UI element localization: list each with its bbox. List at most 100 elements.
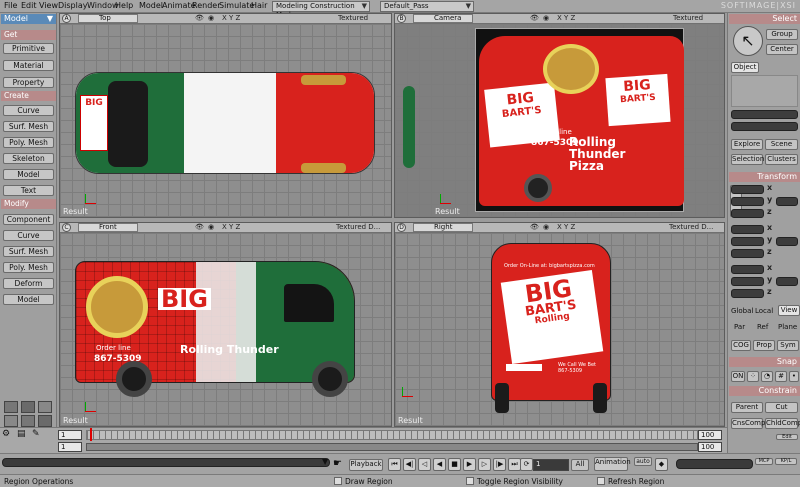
viewport-top[interactable]: A Top 👁 ◉ X Y Z Textured BIG Result (59, 13, 392, 218)
cog-button[interactable]: COG (731, 340, 751, 351)
snap-points-icon[interactable]: ⁘ (747, 371, 759, 382)
plane-toggle[interactable]: Plane (778, 323, 797, 331)
menu-help[interactable]: Help (113, 1, 135, 11)
clusters-button[interactable]: Clusters (765, 154, 798, 165)
modify-surf-mesh-button[interactable]: Surf. Mesh (3, 246, 54, 257)
display-mode-select[interactable]: Textured D... (336, 223, 380, 232)
eye-icon[interactable]: 👁 (195, 223, 204, 232)
property-button[interactable]: Property (3, 77, 54, 88)
scale-z-field[interactable] (731, 209, 764, 218)
chevron-down-icon[interactable]: ▼ (322, 457, 328, 466)
view-toggle[interactable]: View (778, 305, 800, 316)
snap-curve-icon[interactable]: ◔ (761, 371, 773, 382)
scale-uniform-field[interactable] (776, 197, 798, 206)
global-toggle[interactable]: Global (731, 307, 753, 315)
axis-xyz-label[interactable]: X Y Z (222, 14, 240, 23)
center-button[interactable]: Center (766, 44, 798, 55)
translate-y-field[interactable] (731, 277, 764, 286)
playback-hand-icon[interactable]: ☛ (333, 457, 347, 471)
van-side-model[interactable]: BIG Order line 867-5309 Rolling Thunder (75, 261, 355, 383)
explore-button[interactable]: Explore (731, 139, 763, 150)
selection-filter-field[interactable] (731, 122, 798, 131)
object-button[interactable]: Object (731, 62, 759, 73)
viewport-camera-select[interactable]: Top (78, 14, 138, 23)
rotate-y-field[interactable] (731, 237, 764, 246)
axis-xyz-label[interactable]: X Y Z (557, 14, 575, 23)
translate-z-field[interactable] (731, 289, 764, 298)
kp-button[interactable]: KP/L (775, 458, 797, 465)
rotate-x-field[interactable] (731, 225, 764, 234)
edit-button[interactable]: Edit (776, 434, 798, 440)
modify-deform-button[interactable]: Deform (3, 278, 54, 289)
viewport-letter[interactable]: C (62, 223, 71, 232)
viewport-front[interactable]: C Front 👁 ◉ X Y Z Textured D... BIG Orde… (59, 222, 392, 427)
first-frame-icon[interactable]: ⏮ (388, 458, 401, 471)
command-line-field[interactable] (2, 458, 330, 467)
rotate-uniform-field[interactable] (776, 237, 798, 246)
create-skeleton-button[interactable]: Skeleton (3, 153, 54, 164)
scale-y-field[interactable] (731, 197, 764, 206)
cnscomp-button[interactable]: CnsComp (731, 418, 765, 429)
viewport-letter[interactable]: D (397, 223, 406, 232)
layout-icon[interactable] (38, 415, 52, 427)
axis-xyz-label[interactable]: X Y Z (557, 223, 575, 232)
create-text-button[interactable]: Text (3, 185, 54, 196)
timeline-playhead[interactable] (90, 428, 92, 441)
display-mode-select[interactable]: Textured D... (669, 223, 713, 232)
scene-button[interactable]: Scene (765, 139, 798, 150)
selection-button[interactable]: Selection (731, 154, 764, 165)
prop-button[interactable]: Prop (753, 340, 775, 351)
timeline-ruler[interactable] (86, 430, 698, 440)
range-start-field[interactable]: 1 (58, 442, 82, 452)
timeline-end-field[interactable]: 100 (698, 430, 722, 440)
create-poly-mesh-button[interactable]: Poly. Mesh (3, 137, 54, 148)
modify-model-button[interactable]: Model (3, 294, 54, 305)
group-button[interactable]: Group (766, 29, 798, 40)
cut-button[interactable]: Cut (765, 402, 798, 413)
eye-icon[interactable]: 👁 (530, 223, 539, 232)
selection-name-field[interactable] (731, 110, 798, 119)
scale-x-field[interactable] (731, 185, 764, 194)
visibility-icon[interactable]: ◉ (543, 14, 549, 23)
visibility-icon[interactable]: ◉ (208, 223, 214, 232)
snap-on-button[interactable]: ON (731, 371, 745, 382)
translate-x-field[interactable] (731, 265, 764, 274)
play-icon[interactable]: ▶ (463, 458, 476, 471)
layout-icon[interactable] (38, 401, 52, 413)
display-mode-select[interactable]: Textured (338, 14, 368, 23)
visibility-icon[interactable]: ◉ (543, 223, 549, 232)
layout-icon[interactable] (4, 401, 18, 413)
visibility-icon[interactable]: ◉ (208, 14, 214, 23)
modify-curve-button[interactable]: Curve (3, 230, 54, 241)
translate-uniform-field[interactable] (776, 277, 798, 286)
timeline-palette-icon[interactable]: ✎ (32, 429, 46, 440)
prev-frame-icon[interactable]: ◁ (418, 458, 431, 471)
viewport-camera[interactable]: B Camera 👁 ◉ X Y Z Textured BIG BART'S B… (394, 13, 725, 218)
create-model-button[interactable]: Model (3, 169, 54, 180)
local-toggle[interactable]: Local (755, 307, 773, 315)
next-frame-icon[interactable]: ▷ (478, 458, 491, 471)
viewport-letter[interactable]: A (62, 14, 71, 23)
eye-icon[interactable]: 👁 (195, 14, 204, 23)
animation-field[interactable] (676, 459, 753, 469)
mcp-button[interactable]: MCP (755, 458, 773, 465)
layout-icon[interactable] (21, 415, 35, 427)
range-end-field[interactable]: 100 (698, 442, 722, 452)
pass-dropdown[interactable]: Default_Pass ▼ (380, 1, 474, 12)
next-key-icon[interactable]: |▶ (493, 458, 506, 471)
display-mode-select[interactable]: Textured (673, 14, 703, 23)
modify-component-button[interactable]: Component (3, 214, 54, 225)
loop-icon[interactable]: ⟳ (520, 458, 533, 471)
key-icon[interactable]: ◆ (655, 458, 668, 471)
viewport-camera-select[interactable]: Front (78, 223, 138, 232)
chldcomp-button[interactable]: ChldComp (765, 418, 800, 429)
primitive-button[interactable]: Primitive (3, 43, 54, 54)
viewport-letter[interactable]: B (397, 14, 406, 23)
van-rear-model[interactable]: Order On-Line at: bigbartspizza.com BIG … (491, 243, 611, 401)
select-cursor-icon[interactable]: ↖ (733, 26, 763, 56)
timeline-options-icon[interactable]: ⚙ (2, 429, 16, 440)
axis-xyz-label[interactable]: X Y Z (222, 223, 240, 232)
toolbar-mode-select[interactable]: Model ▼ (1, 14, 56, 24)
create-curve-button[interactable]: Curve (3, 105, 54, 116)
ref-toggle[interactable]: Ref (757, 323, 768, 331)
